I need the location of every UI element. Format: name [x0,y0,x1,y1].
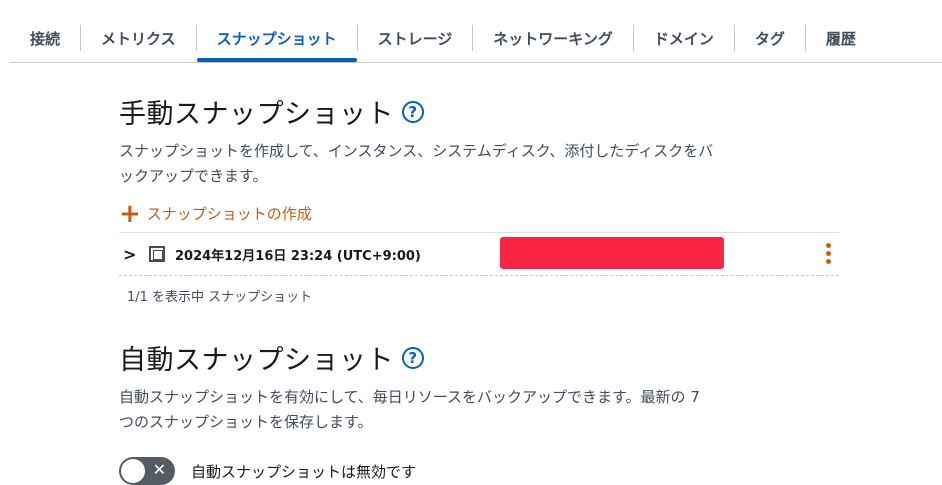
more-actions-icon[interactable] [826,243,831,264]
snapshot-count: 1/1 を表示中 スナップショット [127,290,313,305]
snapshot-timestamp: 2024年12月16日 23:24 (UTC+9:00) [175,248,421,264]
create-snapshot-label: スナップショットの作成 [146,205,312,223]
tab-history[interactable]: 履歴 [806,18,876,58]
auto-snapshot-toggle[interactable]: ✕ [119,457,175,485]
auto-snapshots-section: 自動スナップショット ? 自動スナップショットを有効にして、毎日リソースをバック… [119,338,839,485]
snapshot-icon [149,246,165,262]
plus-icon: + [119,198,141,229]
auto-snapshots-title: 自動スナップショット [119,345,394,376]
tab-domains[interactable]: ドメイン [634,18,734,58]
tab-storage[interactable]: ストレージ [358,18,473,58]
manual-snapshots-heading: 手動スナップショット ? [119,92,839,131]
help-icon[interactable]: ? [402,100,424,123]
tab-bar: 接続 メトリクス スナップショット ストレージ ネットワーキング ドメイン タグ… [10,18,942,63]
redacted-block [500,237,724,269]
snapshot-row: > 2024年12月16日 23:24 (UTC+9:00) [119,232,839,276]
help-icon[interactable]: ? [402,346,424,369]
manual-snapshots-description: スナップショットを作成して、インスタンス、システムディスク、添付したディスクをバ… [119,142,714,185]
tab-networking[interactable]: ネットワーキング [473,18,633,58]
auto-snapshot-status: 自動スナップショットは無効です [191,462,417,481]
auto-snapshot-toggle-row: ✕ 自動スナップショットは無効です [119,457,839,485]
tab-connect[interactable]: 接続 [10,18,80,58]
toggle-knob [121,459,145,483]
auto-snapshots-description: 自動スナップショットを有効にして、毎日リソースをバックアップできます。最新の 7… [119,388,700,431]
auto-snapshots-heading: 自動スナップショット ? [119,338,839,377]
tab-metrics[interactable]: メトリクス [81,18,196,58]
tab-tags[interactable]: タグ [735,18,805,58]
create-snapshot-button[interactable]: + スナップショットの作成 [119,198,839,229]
chevron-right-icon[interactable]: > [123,245,141,264]
tab-snapshots[interactable]: スナップショット [196,18,357,62]
manual-snapshots-title: 手動スナップショット [119,99,394,130]
manual-snapshots-section: 手動スナップショット ? スナップショットを作成して、インスタンス、システムディ… [119,92,839,305]
